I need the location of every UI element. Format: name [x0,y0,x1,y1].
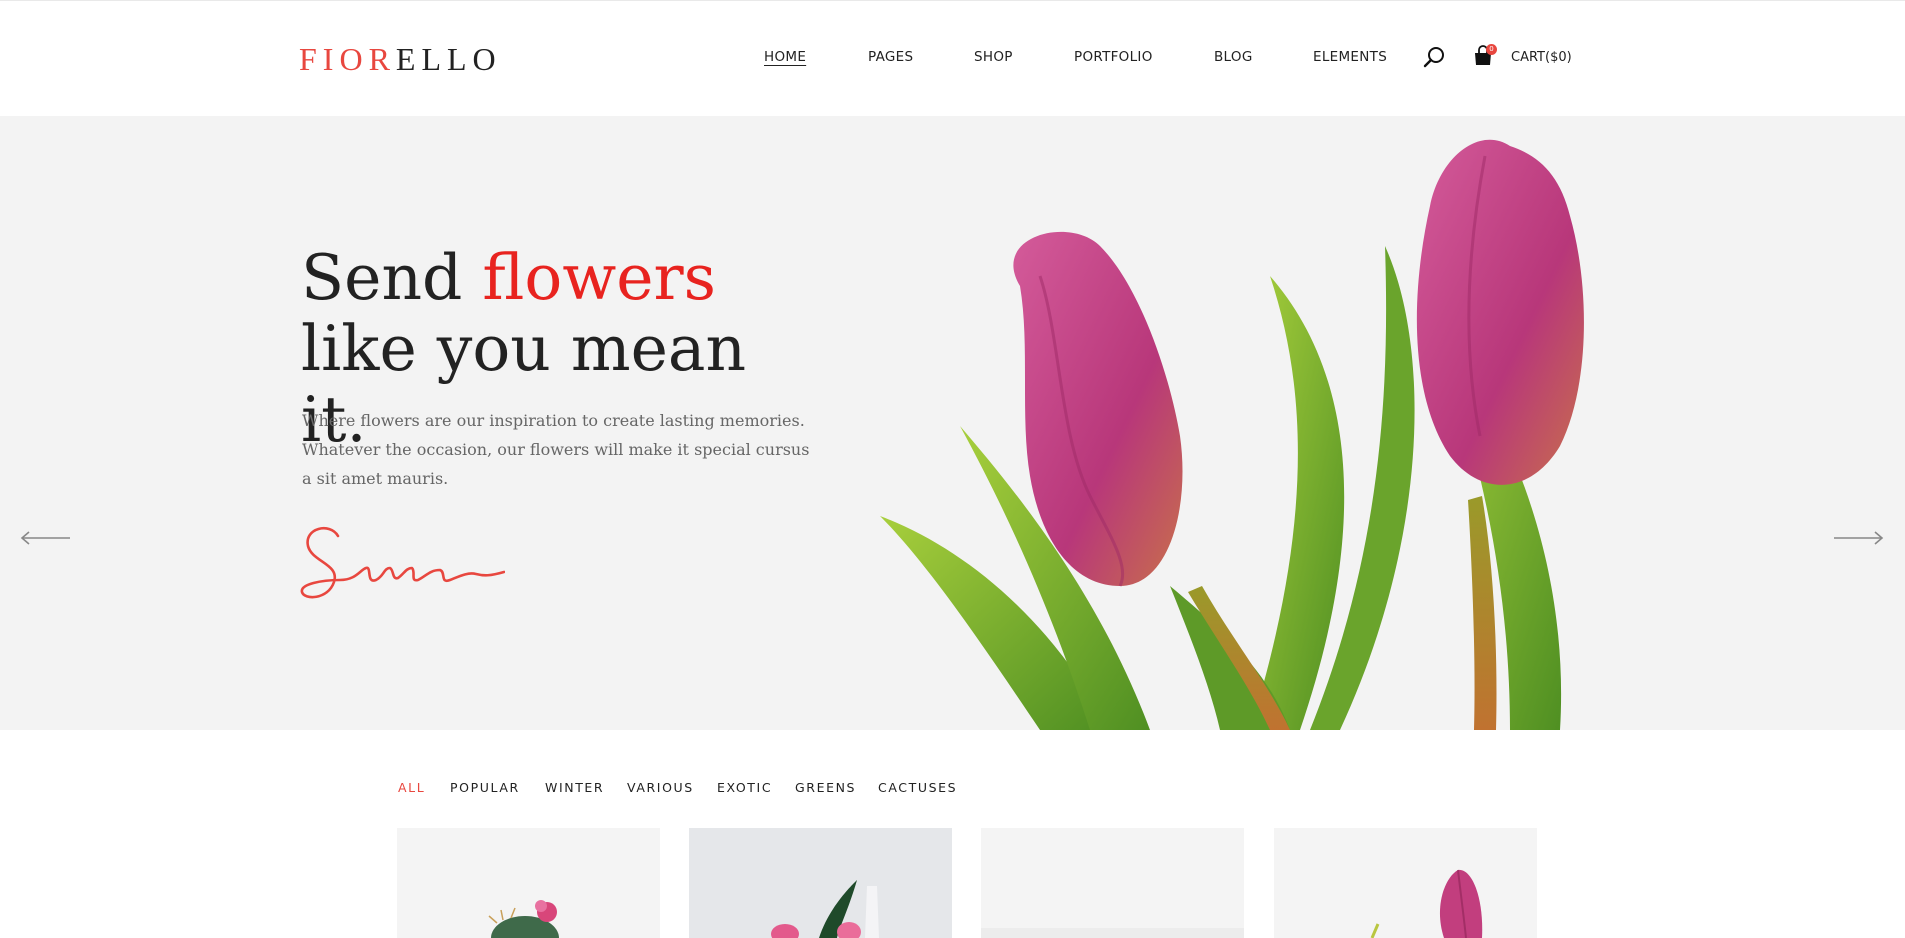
filter-greens[interactable]: GREENS [795,780,856,795]
filter-winter[interactable]: WINTER [545,780,604,795]
product-image [1274,828,1537,938]
filter-various[interactable]: VARIOUS [627,780,694,795]
product-card[interactable] [397,828,660,938]
hero-title-accent: flowers [482,241,716,314]
nav-item-blog[interactable]: BLOG [1214,49,1253,65]
product-card[interactable] [689,828,952,938]
cart-link[interactable]: CART($0) [1511,50,1572,65]
cart-count-badge: 0 [1486,44,1497,55]
product-image [689,828,952,938]
nav-item-home[interactable]: HOME [764,49,806,65]
hero-title-part1: Send [301,241,483,314]
product-image [981,828,1244,938]
filter-popular[interactable]: POPULAR [450,780,520,795]
filter-cactuses[interactable]: CACTUSES [878,780,957,795]
filter-exotic[interactable]: EXOTIC [717,780,772,795]
product-card[interactable] [981,828,1244,938]
logo-part-accent: FIOR [299,41,396,77]
product-image [397,828,660,938]
logo-part-dark: ELLO [395,41,502,77]
site-logo[interactable]: FIORELLO [299,39,502,79]
filter-all[interactable]: ALL [398,780,425,795]
nav-item-pages[interactable]: PAGES [868,49,913,65]
search-icon[interactable] [1422,45,1446,69]
nav-item-portfolio[interactable]: PORTFOLIO [1074,49,1153,65]
signature-image [300,526,505,599]
hero-description: Where flowers are our inspiration to cre… [302,411,810,488]
hero-slider: Send flowers like you mean it. Where flo… [0,116,1905,730]
arrow-left-icon[interactable] [20,531,72,545]
arrow-right-icon[interactable] [1832,531,1884,545]
nav-item-shop[interactable]: SHOP [974,49,1013,65]
tulips-image [880,139,1584,730]
site-header: FIORELLO HOME PAGES SHOP PORTFOLIO BLOG … [0,0,1905,116]
nav-item-elements[interactable]: ELEMENTS [1313,49,1387,65]
product-card[interactable] [1274,828,1537,938]
